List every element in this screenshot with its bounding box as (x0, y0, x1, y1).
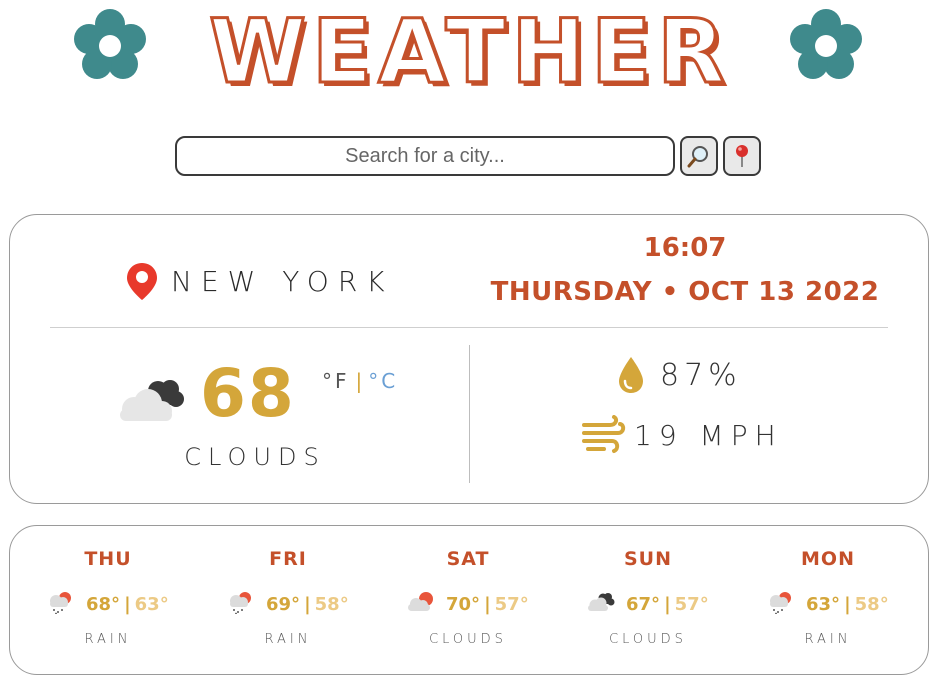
forecast-high: 69° (266, 594, 301, 615)
water-drop-icon (619, 357, 643, 393)
current-temperature: 68 (200, 355, 296, 432)
forecast-day-name: SUN (623, 548, 672, 570)
rain-icon (230, 592, 251, 614)
forecast-low: 63° (134, 594, 169, 615)
divider (469, 345, 470, 483)
dark-clouds-icon (588, 593, 615, 611)
forecast-card: THU 68° | 63° RAIN FRI 69° | 58° RAIN SAT (9, 525, 929, 675)
forecast-day: THU 68° | 63° RAIN (18, 526, 198, 676)
forecast-day: SUN 67° | 57° CLOUDS (558, 526, 738, 676)
forecast-temps: 67° | 57° (626, 594, 709, 615)
forecast-day: FRI 69° | 58° RAIN (198, 526, 378, 676)
current-condition: CLOUDS (184, 443, 326, 471)
wind-readout: 19 MPH (582, 413, 783, 457)
forecast-condition: RAIN (264, 632, 312, 647)
forecast-day-name: THU (84, 548, 132, 570)
forecast-high: 68° (86, 594, 121, 615)
forecast-day: MON 63° | 58° RAIN (738, 526, 918, 676)
clouds-icon (120, 380, 184, 421)
forecast-high: 70° (446, 594, 481, 615)
wind-icon (582, 415, 626, 453)
forecast-day-name: FRI (269, 548, 307, 570)
forecast-day: SAT 70° | 57° CLOUDS (378, 526, 558, 676)
app-header: WEATHER WEATHER (0, 0, 940, 110)
unit-toggle: °F | °C (322, 369, 398, 393)
forecast-condition: RAIN (84, 632, 132, 647)
local-time: 16:07 (643, 233, 727, 263)
flower-icon (74, 9, 146, 79)
forecast-condition: CLOUDS (429, 632, 507, 647)
forecast-temps: 63° | 58° (806, 594, 889, 615)
humidity-readout: 87% (616, 353, 742, 397)
celsius-toggle[interactable]: °C (368, 369, 398, 393)
search-bar (175, 136, 765, 176)
map-pin-icon (736, 145, 748, 167)
humidity-value: 87% (660, 357, 742, 393)
forecast-day-name: MON (801, 548, 855, 570)
fahrenheit-toggle[interactable]: °F (322, 369, 350, 393)
app-logo: WEATHER WEATHER (180, 0, 760, 107)
forecast-low: 58° (314, 594, 349, 615)
location-pin-icon (127, 263, 157, 300)
current-weather-card: NEW YORK 16:07 THURSDAY • OCT 13 2022 68… (9, 214, 929, 504)
divider (50, 327, 888, 328)
forecast-high: 67° (626, 594, 661, 615)
forecast-low: 58° (854, 594, 889, 615)
unit-separator: | (355, 369, 363, 393)
forecast-day-name: SAT (446, 548, 490, 570)
forecast-high: 63° (806, 594, 841, 615)
logo-text: WEATHER (209, 0, 731, 100)
sun-cloud-icon (408, 592, 433, 611)
flower-icon (790, 9, 862, 79)
forecast-condition: RAIN (804, 632, 852, 647)
magnifier-icon (687, 146, 708, 168)
rain-icon (50, 592, 71, 614)
wind-value: 19 MPH (634, 418, 783, 452)
current-location-button[interactable] (723, 136, 761, 176)
forecast-temps: 69° | 58° (266, 594, 349, 615)
city-name: NEW YORK (171, 264, 394, 298)
local-date: THURSDAY • OCT 13 2022 (490, 277, 880, 307)
rain-icon (770, 592, 791, 614)
forecast-condition: CLOUDS (609, 632, 687, 647)
forecast-low: 57° (674, 594, 709, 615)
search-button[interactable] (680, 136, 718, 176)
forecast-temps: 70° | 57° (446, 594, 529, 615)
forecast-temps: 68° | 63° (86, 594, 169, 615)
forecast-low: 57° (494, 594, 529, 615)
city-search-input[interactable] (175, 136, 675, 176)
city-location: NEW YORK (125, 259, 394, 303)
